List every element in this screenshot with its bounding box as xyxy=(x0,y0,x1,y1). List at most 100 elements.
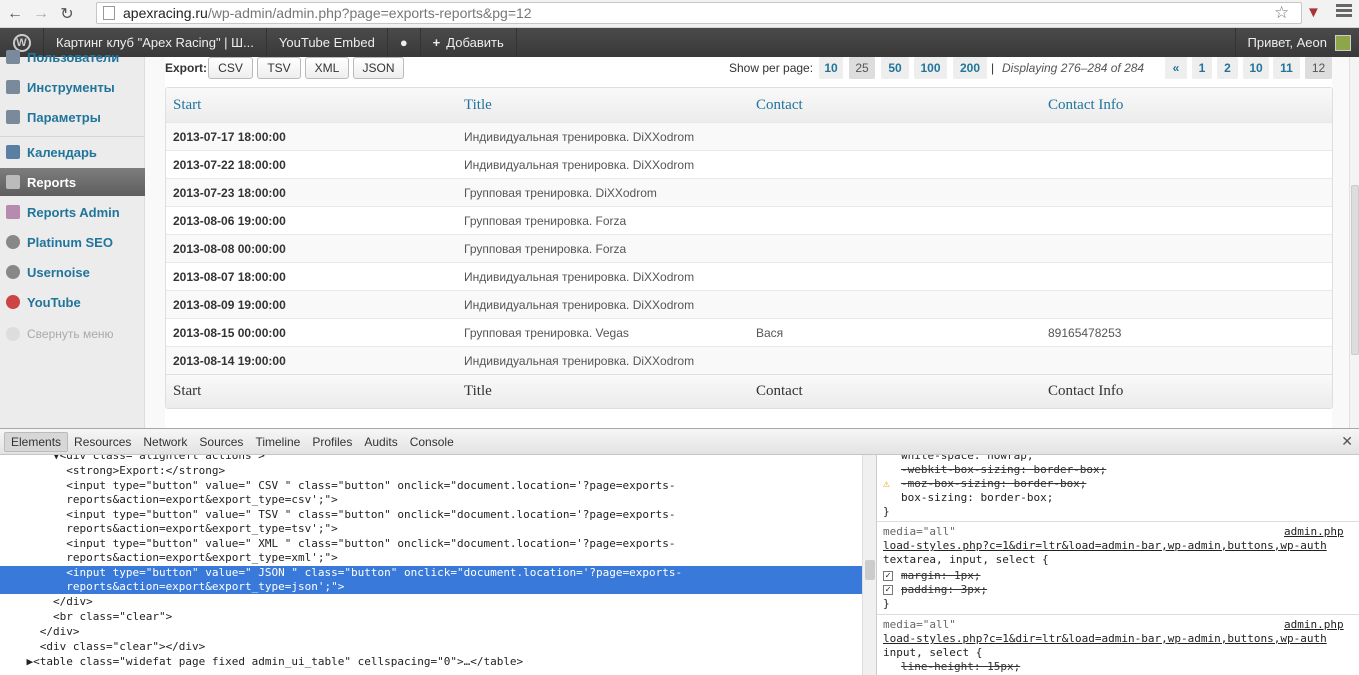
dom-node[interactable]: ▼<div class="alignleft actions"> xyxy=(0,455,862,463)
export-label: Export: xyxy=(165,61,207,75)
tab-elements[interactable]: Elements xyxy=(4,431,69,452)
sidebar-item-youtube[interactable]: YouTube xyxy=(0,288,145,316)
per-page-10[interactable]: 10 xyxy=(819,57,843,79)
dom-node[interactable]: <br class="clear"> xyxy=(0,610,862,624)
table-row: 2013-08-06 19:00:00 Групповая тренировка.… xyxy=(166,206,1332,234)
elements-scrollbar-thumb[interactable] xyxy=(865,560,875,580)
per-page-25[interactable]: 25 xyxy=(849,57,875,79)
dom-node[interactable]: <div class="clear"></div> xyxy=(0,640,862,654)
dom-node[interactable]: <strong>Export:</strong> xyxy=(0,464,862,478)
tab-sources[interactable]: Sources xyxy=(193,432,249,452)
table-footer: Start Title Contact Contact Info xyxy=(166,374,1332,408)
dom-node[interactable]: </div> xyxy=(0,595,862,609)
rule-file-link[interactable]: admin.php xyxy=(1284,618,1348,632)
checkbox-icon[interactable]: ✓ xyxy=(883,583,899,597)
style-property[interactable]: -webkit-box-sizing: border-box; xyxy=(901,463,1359,477)
table-row: 2013-08-14 19:00:00 Индивидуальная тренир… xyxy=(166,346,1332,374)
export-tsv-button[interactable]: TSV xyxy=(257,57,301,79)
sidebar-item-settings[interactable]: Параметры xyxy=(0,103,145,131)
cell-title: Групповая тренировка. Vegas xyxy=(464,325,629,340)
dom-node[interactable]: <input type="button" value=" CSV " class… xyxy=(0,479,862,493)
style-property[interactable]: -moz-box-sizing: border-box; xyxy=(901,477,1359,491)
sidebar-item-reports-admin[interactable]: Reports Admin xyxy=(0,198,145,226)
column-start[interactable]: Start xyxy=(166,97,457,114)
page-1[interactable]: 1 xyxy=(1192,57,1212,79)
reload-icon[interactable]: ↻ xyxy=(56,3,78,25)
dom-node[interactable]: </div> xyxy=(0,625,862,639)
dom-node[interactable]: reports&action=export&export_type=tsv';"… xyxy=(0,522,862,536)
export-json-button[interactable]: JSON xyxy=(353,57,404,79)
tab-audits[interactable]: Audits xyxy=(358,432,403,452)
per-page-50[interactable]: 50 xyxy=(881,57,909,79)
cell-start: 2013-08-08 00:00:00 xyxy=(173,241,286,256)
checkbox-icon[interactable]: ✓ xyxy=(883,569,899,583)
tablenav-top: Export: CSV TSV XML JSON Show per page: … xyxy=(165,57,1332,83)
rule-selector[interactable]: input, select { xyxy=(883,646,1353,660)
per-page-200[interactable]: 200 xyxy=(953,57,987,79)
export-xml-button[interactable]: XML xyxy=(305,57,349,79)
sidebar-item-usernoise[interactable]: Usernoise xyxy=(0,258,145,286)
column-title[interactable]: Title xyxy=(457,97,749,114)
admin-bar-youtube-embed[interactable]: YouTube Embed xyxy=(267,28,388,57)
sidebar-item-reports[interactable]: Reports xyxy=(0,168,153,196)
style-property[interactable]: margin: 1px; xyxy=(901,569,1359,583)
close-icon[interactable]: ✕ xyxy=(1341,433,1353,450)
tab-resources[interactable]: Resources xyxy=(68,432,137,452)
tab-profiles[interactable]: Profiles xyxy=(306,432,358,452)
rule-selector[interactable]: textarea, input, select { xyxy=(883,553,1353,567)
sidebar-item-tools[interactable]: Инструменты xyxy=(0,73,145,101)
column-contact-info[interactable]: Contact Info xyxy=(1041,97,1332,114)
address-bar[interactable]: apexracing.ru/wp-admin/admin.php?page=ex… xyxy=(96,2,1302,24)
tab-network[interactable]: Network xyxy=(137,432,193,452)
admin-bar-account[interactable]: Привет, Aeon xyxy=(1234,28,1359,57)
style-property[interactable]: line-height: 15px; xyxy=(901,660,1359,674)
export-csv-button[interactable]: CSV xyxy=(208,57,253,79)
dom-node[interactable]: reports&action=export&export_type=csv';"… xyxy=(0,493,862,507)
dom-node-selected[interactable]: reports&action=export&export_type=json';… xyxy=(0,580,862,594)
cell-title: Индивидуальная тренировка. DiXXodrom xyxy=(464,269,695,284)
footer-column-contact[interactable]: Contact xyxy=(749,383,1041,400)
rule-source-link[interactable]: load-styles.php?c=1&dir=ltr&load=admin-b… xyxy=(883,632,1353,646)
footer-column-contact-info[interactable]: Contact Info xyxy=(1041,383,1332,400)
page-icon xyxy=(103,6,115,20)
cell-start: 2013-08-06 19:00:00 xyxy=(173,213,286,228)
comments-icon[interactable]: ● xyxy=(388,28,421,57)
rule-file-link[interactable]: admin.php xyxy=(1284,525,1348,539)
elements-scrollbar[interactable] xyxy=(862,455,876,675)
cell-title: Групповая тренировка. Forza xyxy=(464,213,627,228)
forward-arrow-icon[interactable]: → xyxy=(30,3,52,25)
tab-timeline[interactable]: Timeline xyxy=(249,432,306,452)
admin-bar-add-new[interactable]: + Добавить xyxy=(421,28,517,57)
style-property[interactable]: box-sizing: border-box; xyxy=(901,491,1359,505)
per-page-100[interactable]: 100 xyxy=(914,57,947,79)
first-page-button[interactable]: « xyxy=(1165,57,1187,79)
rule-divider xyxy=(877,521,1359,522)
extension-icon[interactable]: ▼ xyxy=(1306,4,1321,21)
url-path: /wp-admin/admin.php?page=exports-reports… xyxy=(207,5,532,21)
page-scrollbar[interactable] xyxy=(1349,57,1359,428)
style-property[interactable]: white-space: nowrap; xyxy=(901,455,1359,463)
dom-node[interactable]: <input type="button" value=" TSV " class… xyxy=(0,508,862,522)
dom-node[interactable]: reports&action=export&export_type=xml';"… xyxy=(0,551,862,565)
dom-node[interactable]: <input type="button" value=" XML " class… xyxy=(0,537,862,551)
dom-node[interactable]: ▶<table class="widefat page fixed admin_… xyxy=(0,655,862,669)
sidebar-item-platinum-seo[interactable]: Platinum SEO xyxy=(0,228,145,256)
back-arrow-icon[interactable]: ← xyxy=(4,3,26,25)
browser-menu-icon[interactable] xyxy=(1336,4,1352,20)
warning-icon: ⚠ xyxy=(883,477,890,490)
page-2[interactable]: 2 xyxy=(1217,57,1238,79)
rule-source-link[interactable]: load-styles.php?c=1&dir=ltr&load=admin-b… xyxy=(883,539,1353,553)
sidebar-item-calendar[interactable]: Календарь xyxy=(0,138,145,166)
bookmark-star-icon[interactable]: ☆ xyxy=(1274,3,1289,23)
page-11[interactable]: 11 xyxy=(1273,57,1300,79)
footer-column-title[interactable]: Title xyxy=(457,383,749,400)
dom-node-selected[interactable]: <input type="button" value=" JSON " clas… xyxy=(0,566,862,580)
column-contact[interactable]: Contact xyxy=(749,97,1041,114)
footer-column-start[interactable]: Start xyxy=(166,383,457,400)
page-10[interactable]: 10 xyxy=(1243,57,1269,79)
style-property[interactable]: padding: 3px; xyxy=(901,583,1359,597)
sidebar-item-users[interactable]: Пользователи xyxy=(0,45,145,69)
page-scrollbar-thumb[interactable] xyxy=(1351,185,1359,355)
collapse-menu-button[interactable]: Свернуть меню xyxy=(0,320,145,348)
tab-console[interactable]: Console xyxy=(404,432,460,452)
